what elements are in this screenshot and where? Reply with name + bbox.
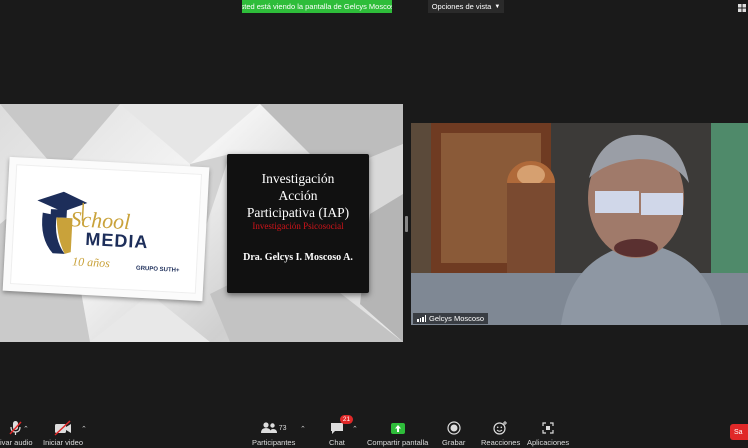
participants-count: 73 xyxy=(278,424,287,432)
view-options-label: Opciones de vista xyxy=(431,2,492,11)
audio-options-chevron-icon[interactable]: ⌃ xyxy=(23,425,29,433)
chevron-down-icon: ▼ xyxy=(494,3,501,10)
logo-media-text: MEDIA xyxy=(84,228,149,253)
leave-meeting-button[interactable]: Sa xyxy=(730,424,748,440)
participants-options-chevron-icon[interactable]: ⌃ xyxy=(300,425,306,433)
record-label: Grabar xyxy=(442,438,466,447)
logo-inner: School MEDIA 10 años GRUPO SUTH+ xyxy=(9,164,203,294)
logo-group-text: GRUPO SUTH+ xyxy=(135,265,180,274)
share-screen-button[interactable]: Compartir pantalla xyxy=(367,420,428,447)
chat-unread-badge: 21 xyxy=(339,415,354,424)
participants-label: Participantes xyxy=(252,438,296,447)
slide-title-card: Investigación Acción Participativa (IAP)… xyxy=(227,154,369,293)
slide-title-line: Participativa (IAP) xyxy=(246,205,350,220)
share-screen-icon xyxy=(390,422,405,434)
logo-anos-text: 10 años xyxy=(71,254,111,271)
screen-sharing-banner: Usted está viendo la pantalla de Gelcys … xyxy=(242,0,392,13)
share-screen-label: Compartir pantalla xyxy=(367,438,429,447)
microphone-icon xyxy=(9,421,22,435)
participants-button[interactable]: 73 Participantes xyxy=(252,420,295,447)
chat-button[interactable]: 21 Chat xyxy=(329,415,354,447)
participant-name-label: Gelcys Moscoso xyxy=(413,313,489,324)
panel-resize-handle[interactable] xyxy=(405,216,408,232)
participant-video-feed xyxy=(411,123,748,325)
start-video-button[interactable]: Iniciar video xyxy=(43,420,83,447)
gallery-view-icon[interactable] xyxy=(738,4,746,12)
view-options-button[interactable]: Opciones de vista ▼ xyxy=(428,0,504,13)
participants-icon xyxy=(260,422,277,433)
participant-video-tile[interactable]: Gelcys Moscoso xyxy=(411,123,748,325)
reactions-label: Reacciones xyxy=(481,438,521,447)
leave-meeting-label: Sa xyxy=(734,428,743,436)
record-button[interactable]: Grabar xyxy=(442,420,465,447)
apps-label: Aplicaciones xyxy=(527,438,570,447)
shared-screen: School MEDIA 10 años GRUPO SUTH+ Investi… xyxy=(0,104,403,342)
meeting-toolbar: ivar audio ⌃ Iniciar video ⌃ 73 Particip… xyxy=(0,414,748,448)
apps-icon xyxy=(542,422,554,434)
start-video-label: Iniciar video xyxy=(43,438,84,447)
slide-title: Investigación Acción Participativa (IAP) xyxy=(227,170,369,221)
apps-button[interactable]: Aplicaciones xyxy=(527,420,569,447)
reactions-button[interactable]: Reacciones xyxy=(481,420,520,447)
screen-sharing-text: Usted está viendo la pantalla de Gelcys … xyxy=(242,2,392,11)
record-icon xyxy=(447,421,461,435)
participant-name: Gelcys Moscoso xyxy=(429,314,485,323)
slide-author: Dra. Gelcys I. Moscoso A. xyxy=(243,252,353,263)
emoji-reaction-icon xyxy=(493,421,508,435)
chat-options-chevron-icon[interactable]: ⌃ xyxy=(352,425,358,433)
slide-subtitle: Investigación Psicosocial xyxy=(252,221,344,231)
video-options-chevron-icon[interactable]: ⌃ xyxy=(81,425,87,433)
slide-title-line: Investigación xyxy=(261,171,335,186)
slide-title-line: Acción xyxy=(278,188,318,203)
mute-audio-label: ivar audio xyxy=(0,438,33,447)
signal-strength-icon xyxy=(417,315,426,322)
chat-label: Chat xyxy=(329,438,345,447)
video-camera-off-icon xyxy=(54,420,72,436)
school-media-logo-card: School MEDIA 10 años GRUPO SUTH+ xyxy=(2,156,210,302)
